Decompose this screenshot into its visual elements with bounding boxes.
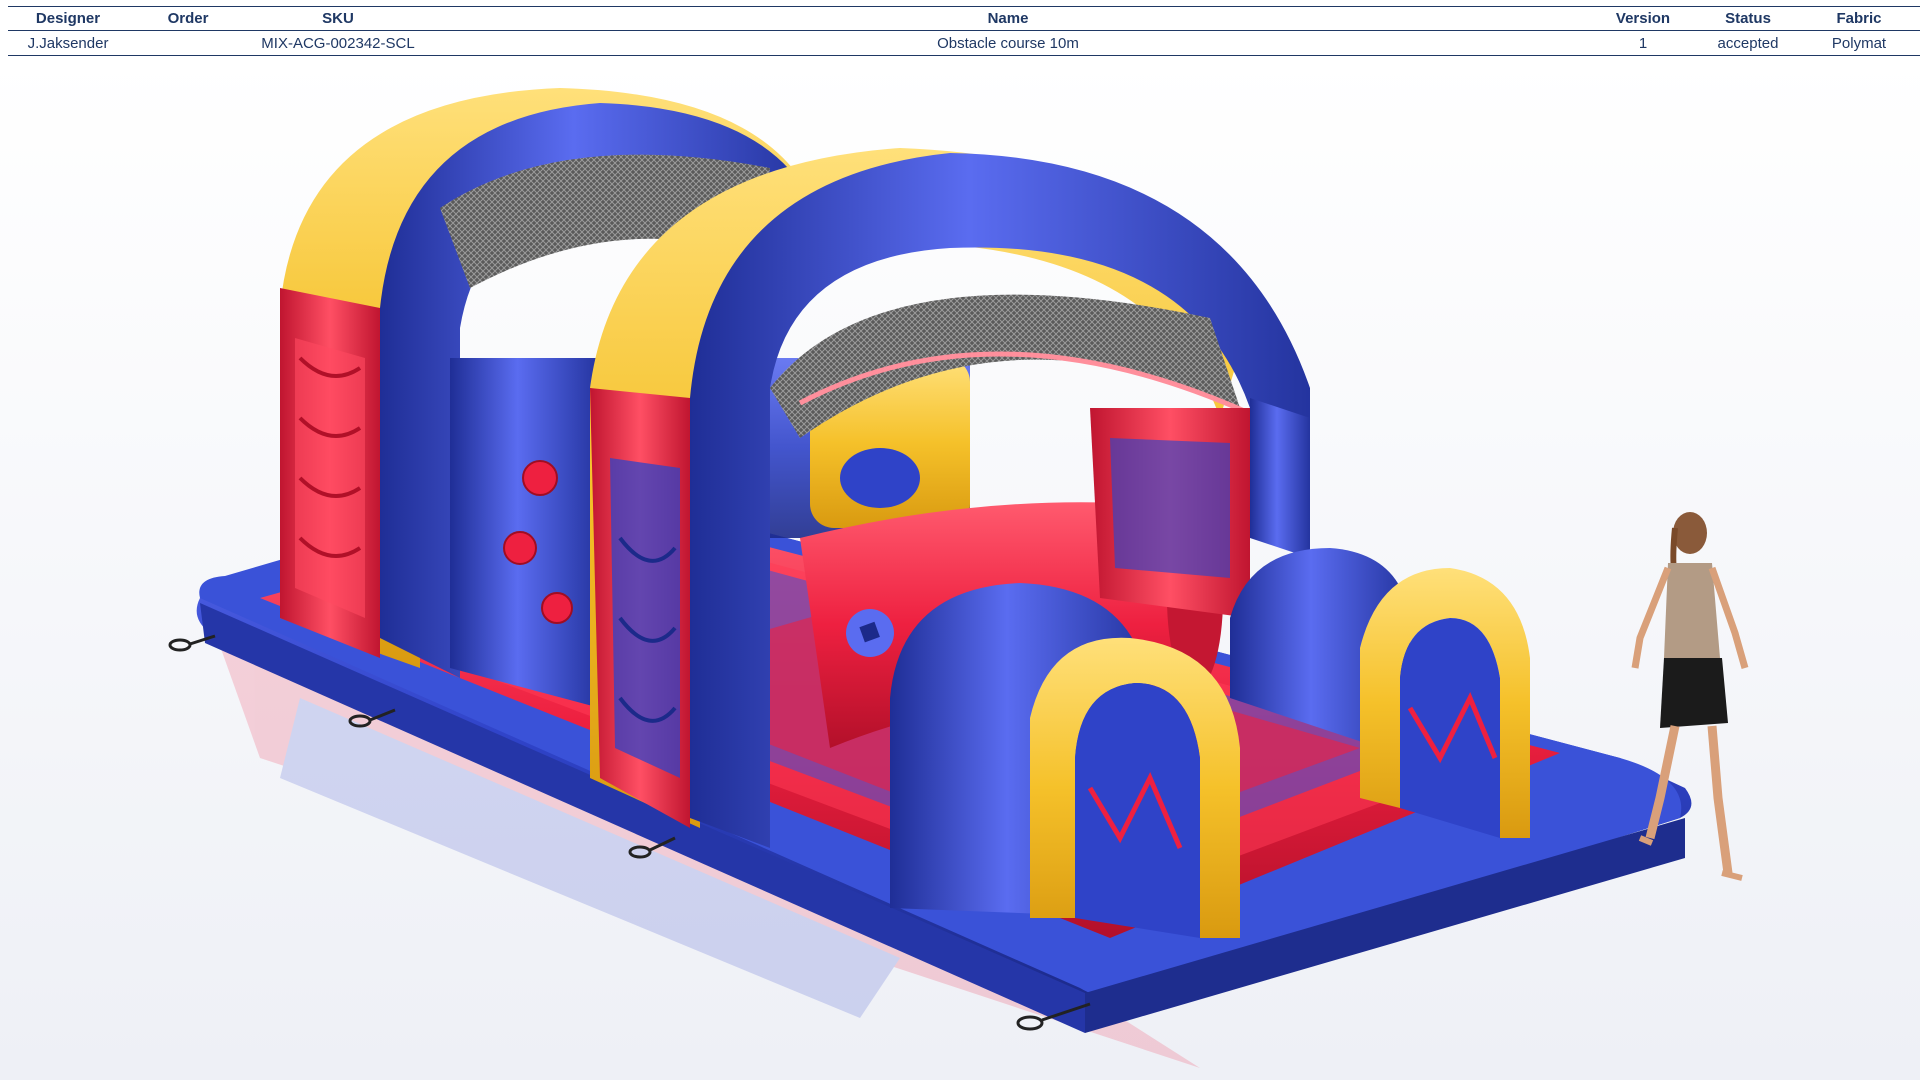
cell-fabric: Polymat xyxy=(1831,34,1887,52)
header-designer: Designer xyxy=(35,10,101,27)
cell-status: accepted xyxy=(1717,34,1779,52)
cell-designer: J.Jaksender xyxy=(27,34,109,52)
cell-version: 1 xyxy=(1638,34,1648,52)
product-render xyxy=(0,58,1920,1080)
cell-order xyxy=(128,31,248,56)
header-status: Status xyxy=(1725,10,1771,27)
header-name: Name xyxy=(987,10,1029,27)
cell-sku: MIX-ACG-002342-SCL xyxy=(261,34,415,52)
header-sku: SKU xyxy=(322,10,354,27)
header-version: Version xyxy=(1615,10,1671,27)
spec-header-row: Designer Order SKU Name Version Status F… xyxy=(8,6,1920,31)
header-fabric: Fabric xyxy=(1836,10,1882,27)
obstacle-course-illustration xyxy=(0,58,1920,1080)
header-order: Order xyxy=(167,10,209,27)
spec-data-row: J.Jaksender MIX-ACG-002342-SCL Obstacle … xyxy=(8,31,1920,56)
cell-name: Obstacle course 10m xyxy=(937,34,1079,52)
spec-table: Designer Order SKU Name Version Status F… xyxy=(8,6,1920,56)
